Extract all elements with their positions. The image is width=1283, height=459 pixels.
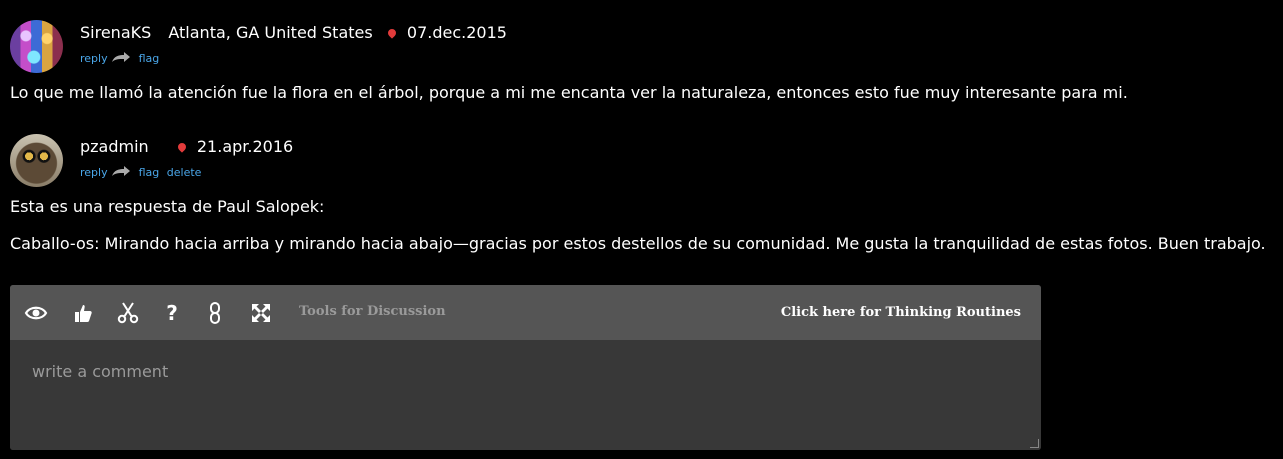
thinking-routines-link[interactable]: Click here for Thinking Routines [781,305,1021,320]
reply-arrow-icon[interactable] [111,165,131,177]
comment-body: Lo que me llamó la atención fue la flora… [10,83,1128,102]
avatar[interactable] [10,20,63,73]
discussion-toolbar: ? Tools for Discussion Click here for Th… [10,285,1041,340]
scissors-icon[interactable] [116,301,140,325]
comment-input[interactable] [10,340,1041,450]
map-pin-icon [386,27,398,39]
flag-link[interactable]: flag [139,166,160,179]
username[interactable]: SirenaKS [80,23,151,42]
username[interactable]: pzadmin [80,137,149,156]
comment-actions: reply flag [80,51,159,66]
comment-meta: pzadmin 21.apr.2016 [80,137,293,157]
reply-link[interactable]: reply [80,52,108,65]
comment-date: 21.apr.2016 [196,137,294,156]
comments-page: SirenaKS Atlanta, GA United States 07.de… [0,0,1283,459]
question-icon[interactable]: ? [160,301,184,325]
delete-link[interactable]: delete [167,166,202,179]
comment-date: 07.dec.2015 [406,23,507,42]
resize-handle[interactable] [1030,439,1039,448]
comment-composer: ? Tools for Discussion Click here for Th… [10,285,1041,450]
user-location: Atlanta, GA United States [168,23,373,42]
reply-link[interactable]: reply [80,166,108,179]
reply-arrow-icon[interactable] [111,51,131,63]
eye-icon[interactable] [24,301,48,325]
comment-meta: SirenaKS Atlanta, GA United States 07.de… [80,23,507,43]
comment-body-line: Caballo-os: Mirando hacia arriba y miran… [10,234,1266,253]
map-pin-icon [176,141,188,153]
avatar[interactable] [10,134,63,187]
comment-body-line: Esta es una respuesta de Paul Salopek: [10,197,325,216]
tools-label: Tools for Discussion [299,304,446,319]
thumbs-up-icon[interactable] [71,301,95,325]
expand-icon[interactable] [249,301,273,325]
comment-actions: reply flag delete [80,165,201,180]
flag-link[interactable]: flag [139,52,160,65]
link-icon[interactable] [203,301,227,325]
